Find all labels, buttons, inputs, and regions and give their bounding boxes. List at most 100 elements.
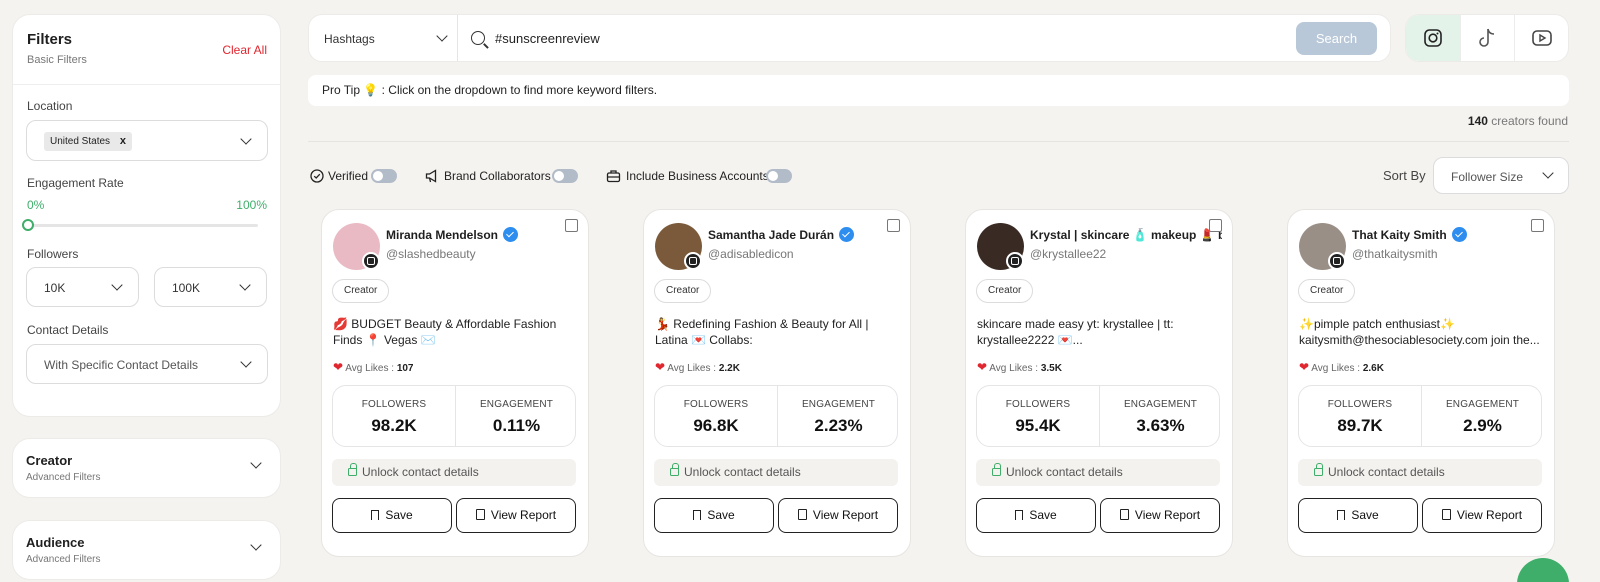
contact-label: Contact Details <box>27 323 109 337</box>
creator-card[interactable]: Miranda Mendelson @slashedbeauty Creator… <box>321 209 589 557</box>
verified-badge-icon <box>503 227 519 242</box>
divider <box>308 141 1569 142</box>
verified-check-icon <box>310 169 324 183</box>
location-label: Location <box>27 99 73 113</box>
followers-stat-value: 98.2K <box>371 416 417 435</box>
chat-button[interactable] <box>1517 558 1569 582</box>
unlock-contact-button[interactable]: Unlock contact details <box>1298 459 1542 486</box>
followers-label: Followers <box>27 247 79 261</box>
chevron-down-icon <box>239 279 251 291</box>
platform-youtube[interactable] <box>1514 15 1568 61</box>
location-select[interactable]: United States x <box>26 120 268 161</box>
heart-icon: ❤ <box>655 360 666 374</box>
unlock-contact-button[interactable]: Unlock contact details <box>976 459 1220 486</box>
view-report-button[interactable]: View Report <box>1100 498 1220 533</box>
engagement-stat-label: ENGAGEMENT <box>479 399 554 410</box>
unlock-label: Unlock contact details <box>684 465 801 479</box>
heart-icon: ❤ <box>1299 360 1310 374</box>
contact-value: With Specific Contact Details <box>44 358 199 372</box>
engagement-slider-handle[interactable] <box>22 219 34 231</box>
search-input[interactable] <box>495 28 1255 48</box>
contact-select[interactable]: With Specific Contact Details <box>26 344 268 384</box>
advanced-title: Audience <box>26 535 85 550</box>
creator-name[interactable]: Krystal | skincare 🧴 makeup 💄 beau <box>1030 227 1222 242</box>
chip-remove-icon[interactable]: x <box>120 132 126 151</box>
brand-collaborators-switch[interactable] <box>552 169 578 183</box>
unlock-contact-button[interactable]: Unlock contact details <box>654 459 898 486</box>
business-accounts-switch[interactable] <box>766 169 792 183</box>
verified-badge-icon <box>839 227 855 242</box>
stats-box: FOLLOWERS 98.2K ENGAGEMENT 0.11% <box>332 385 576 447</box>
platform-instagram[interactable] <box>1406 15 1460 61</box>
avg-likes: ❤ Avg Likes : 2.6K <box>1299 360 1384 374</box>
business-accounts-toggle[interactable]: Include Business Accounts <box>606 166 796 186</box>
engagement-max: 100% <box>236 198 267 212</box>
avg-likes-value: 2.2K <box>718 363 740 374</box>
audience-advanced-filters[interactable]: Audience Advanced Filters <box>12 520 281 580</box>
location-chip-label: United States <box>50 136 111 147</box>
select-checkbox[interactable] <box>1531 219 1544 232</box>
creator-advanced-filters[interactable]: Creator Advanced Filters <box>12 438 281 498</box>
search-bar: Hashtags Search <box>308 14 1391 62</box>
save-label: Save <box>707 508 735 522</box>
platform-switcher <box>1405 14 1569 62</box>
followers-stat-value: 96.8K <box>693 416 739 435</box>
followers-stat-label: FOLLOWERS <box>683 399 749 410</box>
save-button[interactable]: Save <box>654 498 774 533</box>
avg-likes-value: 107 <box>396 363 414 374</box>
view-report-button[interactable]: View Report <box>778 498 898 533</box>
save-label: Save <box>1029 508 1057 522</box>
filters-header: Filters Basic Filters Clear All <box>13 15 280 85</box>
select-checkbox[interactable] <box>565 219 578 232</box>
followers-min-select[interactable]: 10K <box>26 267 139 307</box>
search-button[interactable]: Search <box>1296 22 1377 55</box>
save-button[interactable]: Save <box>976 498 1096 533</box>
view-report-button[interactable]: View Report <box>456 498 576 533</box>
brand-collaborators-toggle[interactable]: Brand Collaborators <box>425 166 585 186</box>
select-checkbox[interactable] <box>887 219 900 232</box>
search-type-select[interactable]: Hashtags <box>309 15 458 61</box>
creator-name[interactable]: That Kaity Smith <box>1352 227 1544 242</box>
instagram-badge-icon <box>1328 252 1346 270</box>
creator-card[interactable]: Krystal | skincare 🧴 makeup 💄 beau @krys… <box>965 209 1233 557</box>
followers-max-select[interactable]: 100K <box>154 267 267 307</box>
creator-name[interactable]: Samantha Jade Durán <box>708 227 900 242</box>
role-tag: Creator <box>976 279 1034 303</box>
instagram-badge-icon <box>1006 252 1024 270</box>
instagram-icon <box>1424 29 1442 47</box>
chevron-down-icon <box>436 30 448 42</box>
sort-select[interactable]: Follower Size <box>1433 157 1569 194</box>
advanced-title: Creator <box>26 453 73 468</box>
creator-name[interactable]: Miranda Mendelson <box>386 227 578 242</box>
verified-switch[interactable] <box>371 169 397 183</box>
verified-toggle[interactable]: Verified <box>310 166 400 186</box>
followers-stat: FOLLOWERS 96.8K <box>655 386 777 446</box>
followers-stat-label: FOLLOWERS <box>1005 399 1071 410</box>
engagement-stat: ENGAGEMENT 0.11% <box>455 386 577 446</box>
bookmark-icon <box>1337 510 1346 520</box>
unlock-label: Unlock contact details <box>362 465 479 479</box>
clear-all-button[interactable]: Clear All <box>222 43 267 57</box>
avg-likes-value: 3.5K <box>1040 363 1062 374</box>
followers-stat: FOLLOWERS 89.7K <box>1299 386 1421 446</box>
verified-badge-icon <box>1451 227 1467 242</box>
creator-card[interactable]: That Kaity Smith @thatkaitysmith Creator… <box>1287 209 1555 557</box>
engagement-slider-track[interactable] <box>26 224 258 227</box>
sort-value: Follower Size <box>1451 170 1524 184</box>
verified-label: Verified <box>328 169 369 183</box>
role-tag: Creator <box>1298 279 1356 303</box>
unlock-contact-button[interactable]: Unlock contact details <box>332 459 576 486</box>
lock-icon <box>348 463 357 476</box>
creator-name-text: Samantha Jade Durán <box>708 228 835 242</box>
creator-name-text: Miranda Mendelson <box>386 228 499 242</box>
platform-tiktok[interactable] <box>1460 15 1514 61</box>
avg-likes-label: Avg Likes : <box>667 363 717 374</box>
view-report-button[interactable]: View Report <box>1422 498 1542 533</box>
creator-card[interactable]: Samantha Jade Durán @adisabledicon Creat… <box>643 209 911 557</box>
select-checkbox[interactable] <box>1209 219 1222 232</box>
instagram-badge-icon <box>362 252 380 270</box>
followers-stat-label: FOLLOWERS <box>361 399 427 410</box>
save-button[interactable]: Save <box>1298 498 1418 533</box>
save-button[interactable]: Save <box>332 498 452 533</box>
engagement-stat-label: ENGAGEMENT <box>1123 399 1198 410</box>
